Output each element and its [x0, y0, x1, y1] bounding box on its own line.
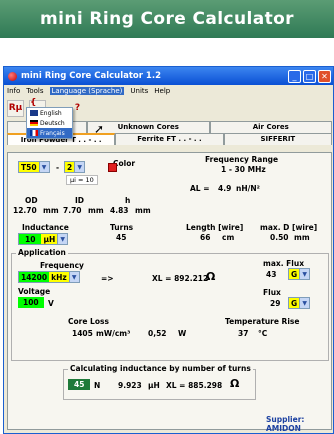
maxd-label: max. D [wire]	[260, 223, 318, 232]
tab-ferrite[interactable]: Ferrite FT . . - . .	[115, 133, 224, 145]
app-window: mini Ring Core Calculator 1.2 _ □ ✕ Info…	[3, 66, 334, 434]
maxflux-label: max. Flux	[263, 259, 305, 268]
h-unit: mm	[135, 206, 151, 215]
lang-deutsch[interactable]: Deutsch	[27, 118, 72, 128]
xl-value: XL = 892.212	[152, 274, 209, 283]
chevron-down-icon: ▼	[74, 162, 85, 172]
coreloss-value: 1405	[72, 329, 93, 338]
calc-uh-unit: µH	[148, 381, 160, 390]
voltage-input[interactable]: 100	[18, 297, 44, 308]
tab-unknown-cores[interactable]: Unknown Cores	[87, 121, 210, 133]
menu-help[interactable]: Help	[154, 87, 170, 95]
coreloss-unit: mW/cm³	[96, 329, 131, 338]
lang-english[interactable]: English	[27, 108, 72, 118]
chevron-down-icon: ▼	[299, 269, 310, 279]
al-value: 4.9	[218, 184, 232, 193]
mouse-cursor-icon: ➚	[94, 122, 105, 136]
id-value: 7.70	[63, 206, 82, 215]
ring-core-button[interactable]: Rμ	[7, 99, 24, 117]
id-label: ID	[75, 196, 85, 205]
title-bar: mini Ring Core Calculator 1.2 _ □ ✕	[4, 67, 333, 85]
od-label: OD	[25, 196, 38, 205]
maxflux-value: 43	[266, 270, 277, 279]
h-value: 4.83	[110, 206, 129, 215]
flux-unit-select[interactable]: G ▼	[288, 297, 311, 309]
maxflux-unit-select[interactable]: G ▼	[288, 268, 311, 280]
watts-unit: W	[178, 329, 187, 338]
lang-francais[interactable]: Français	[27, 128, 72, 138]
menu-tools[interactable]: Tools	[26, 87, 43, 95]
uk-flag-icon	[30, 110, 38, 116]
maximize-button[interactable]: □	[303, 69, 316, 83]
menu-info[interactable]: Info	[7, 87, 20, 95]
chevron-down-icon: ▼	[68, 272, 79, 282]
length-label: Length [wire]	[186, 223, 244, 232]
flux-label: Flux	[263, 288, 281, 297]
flux-value: 29	[270, 299, 281, 308]
turns-value: 45	[116, 233, 127, 242]
frequency-field[interactable]: 14200 kHz ▼	[18, 271, 80, 283]
menu-bar: Info Tools Language (Sprache) Units Help	[4, 85, 333, 97]
maxd-value: 0.50	[270, 233, 289, 242]
minimize-button[interactable]: _	[288, 69, 301, 83]
freq-range-label: Frequency Range	[205, 155, 279, 164]
h-label: h	[125, 196, 131, 205]
german-flag-icon	[30, 120, 38, 126]
temp-unit: °C	[258, 329, 268, 338]
application-legend: Application	[16, 248, 68, 257]
turns-unit: N	[94, 381, 101, 390]
chevron-down-icon: ▼	[57, 234, 68, 244]
al-unit: nH/N²	[236, 184, 260, 193]
tab-air-cores[interactable]: Air Cores	[209, 121, 332, 133]
iron-powder-panel: T50 ▼ - 2 ▼ µi = 10 Color Frequency Range …	[7, 152, 332, 433]
voltage-unit: V	[48, 299, 54, 308]
al-label: AL =	[190, 184, 210, 193]
voltage-label: Voltage	[18, 287, 51, 296]
chevron-down-icon: ▼	[38, 162, 49, 172]
close-button[interactable]: ✕	[318, 69, 331, 83]
od-unit: mm	[43, 206, 59, 215]
inductance-field[interactable]: 10 µH ▼	[18, 233, 69, 245]
watts-value: 0,52	[148, 329, 167, 338]
freq-range-value: 1 - 30 MHz	[221, 165, 266, 174]
material-select[interactable]: 2 ▼	[64, 161, 86, 173]
mu-value: µi = 10	[66, 175, 98, 185]
calc-xl-value: XL = 885.298	[166, 381, 223, 390]
length-unit: cm	[222, 233, 235, 242]
color-swatch	[108, 163, 117, 172]
french-flag-icon	[30, 130, 38, 136]
temp-value: 37	[238, 329, 249, 338]
turns-label: Turns	[110, 223, 134, 232]
temp-label: Temperature Rise	[225, 317, 300, 326]
maxd-unit: mm	[294, 233, 310, 242]
window-title: mini Ring Core Calculator 1.2	[21, 71, 161, 81]
coreloss-label: Core Loss	[68, 317, 109, 326]
core-type-select[interactable]: T50 ▼	[18, 161, 50, 173]
language-dropdown: English Deutsch Français	[26, 107, 73, 139]
menu-units[interactable]: Units	[130, 87, 148, 95]
frequency-label: Frequency	[40, 261, 84, 270]
arrow-text: =>	[101, 274, 114, 283]
calc-legend: Calculating inductance by number of turn…	[68, 364, 253, 373]
omega-icon: Ω	[230, 377, 240, 390]
banner-title: mini Ring Core Calculator	[0, 0, 334, 38]
app-icon	[8, 71, 17, 81]
menu-language[interactable]: Language (Sprache)	[49, 87, 125, 95]
length-value: 66	[200, 233, 211, 242]
tab-sifferit[interactable]: SIFFERIT	[223, 133, 332, 145]
turns-input[interactable]: 45	[68, 379, 91, 390]
id-unit: mm	[88, 206, 104, 215]
omega-icon: Ω	[206, 270, 216, 283]
inductance-label: Inductance	[22, 223, 69, 232]
chevron-down-icon: ▼	[299, 298, 310, 308]
od-value: 12.70	[13, 206, 37, 215]
calc-uh-value: 9.923	[118, 381, 142, 390]
supplier-label: Supplier: AMIDON	[266, 415, 305, 433]
